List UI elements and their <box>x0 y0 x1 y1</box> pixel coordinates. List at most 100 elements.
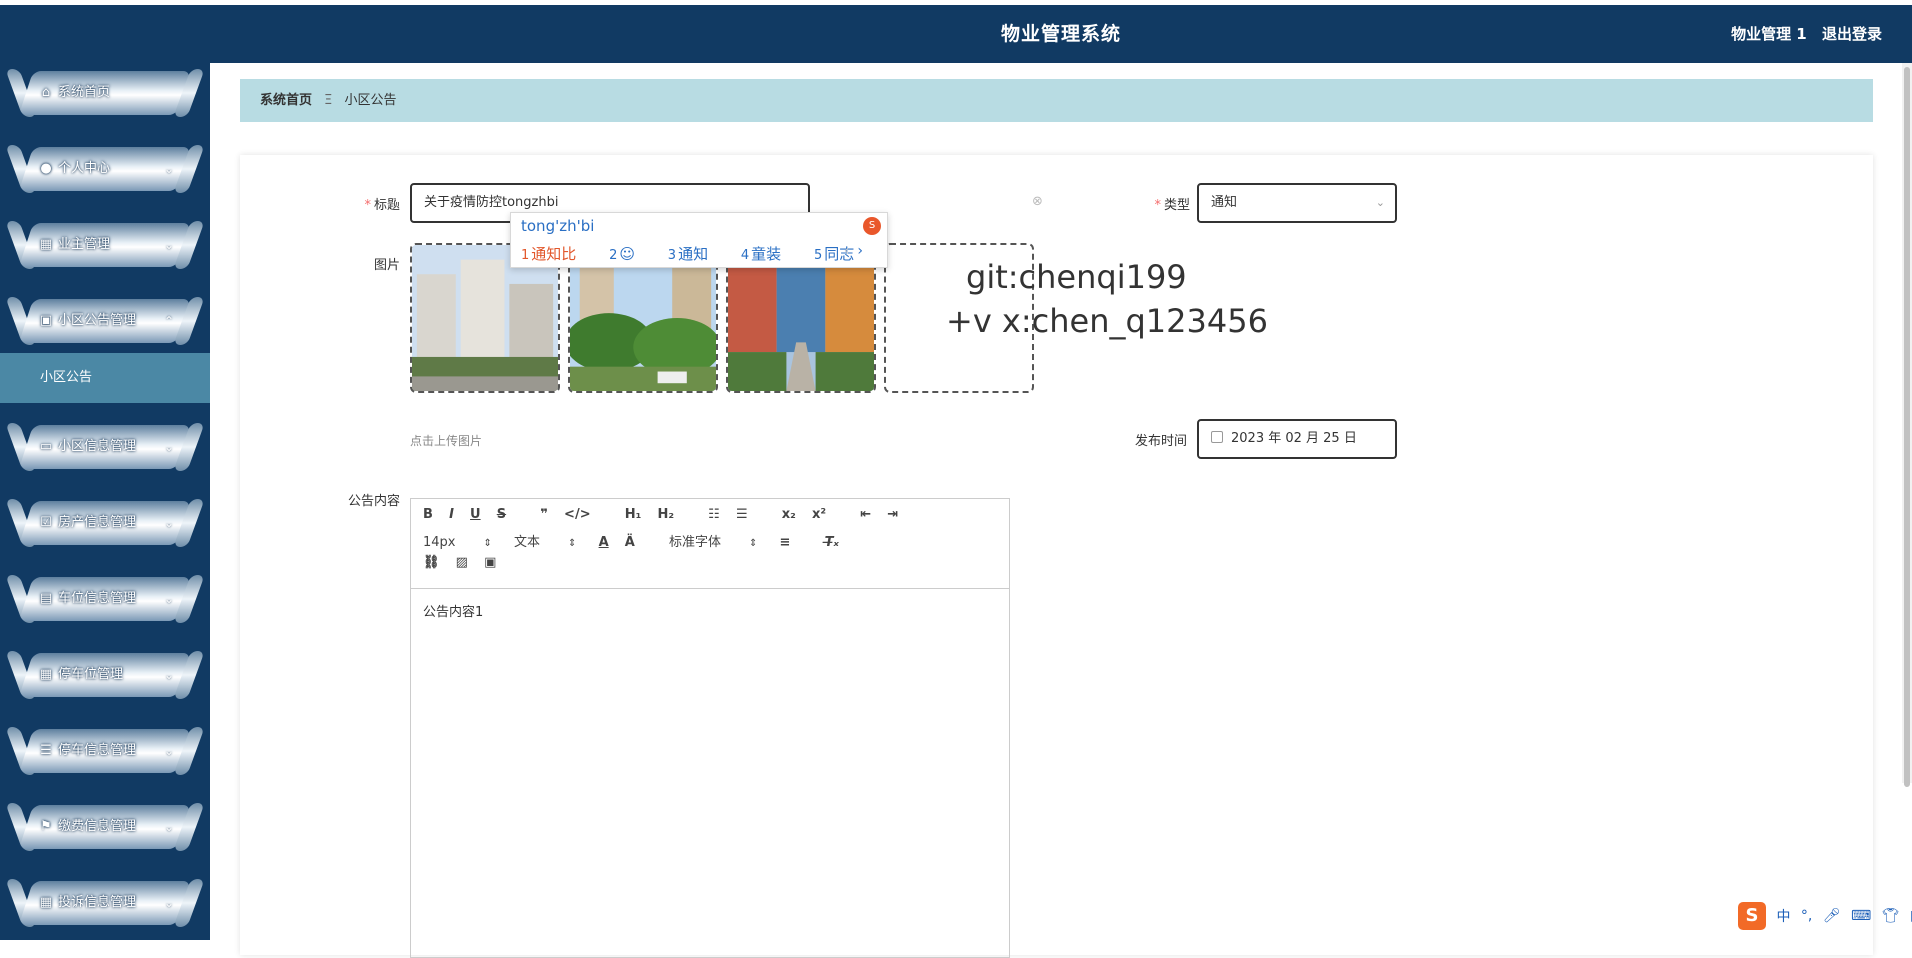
sidebar-item-label: 车位信息管理 <box>58 591 137 606</box>
underline-button[interactable]: U <box>470 507 481 522</box>
heading-1-button[interactable]: H₁ <box>625 507 642 522</box>
sidebar-item-home[interactable]: ⌂ 系统首页 <box>5 65 205 121</box>
user-area: 物业管理 1 退出登录 <box>1721 5 1882 63</box>
video-icon[interactable]: ▣ <box>484 555 496 570</box>
sidebar-item-notice-management[interactable]: ▣ 小区公告管理 ⌃ <box>5 293 205 349</box>
header-select[interactable]: 文本 ⇕ <box>514 531 576 550</box>
page-scrollbar[interactable] <box>1902 63 1912 787</box>
publish-date-input[interactable]: 2023 年 02 月 25 日 <box>1197 419 1397 459</box>
briefcase-icon: ▣ <box>39 313 53 328</box>
app-title: 物业管理系统 <box>1000 23 1121 45</box>
chevron-down-icon: ⌄ <box>164 896 175 910</box>
ordered-list-button[interactable]: ☷ <box>708 507 720 522</box>
strike-button[interactable]: S <box>497 507 506 522</box>
type-select-value: 通知 <box>1211 195 1238 210</box>
sidebar-item-property-info[interactable]: ☑ 房产信息管理 ⌄ <box>5 495 205 551</box>
font-color-button[interactable]: A <box>599 535 609 550</box>
sidebar-item-label: 停车位管理 <box>58 667 124 682</box>
watermark-line-2: +v x:chen_q123456 <box>946 302 1268 340</box>
microphone-icon[interactable]: 🎤︎ <box>1823 908 1841 924</box>
sogou-logo-icon[interactable]: S <box>1738 902 1766 930</box>
image-label: 图片 <box>373 258 400 273</box>
background-color-button[interactable]: Ä <box>625 535 635 550</box>
ime-tray: S 中 °, 🎤︎ ⌨ 👕︎ ▦ <box>1738 902 1912 932</box>
select-arrows-icon: ⇕ <box>568 538 577 549</box>
publish-date-value: 2023 年 02 月 25 日 <box>1231 431 1357 446</box>
list-icon: ☰ <box>40 743 52 758</box>
ime-language-toggle[interactable]: 中 <box>1776 906 1790 926</box>
top-header: 物业管理系统 物业管理 1 退出登录 <box>210 5 1912 63</box>
logout-link[interactable]: 退出登录 <box>1822 25 1882 43</box>
indent-button[interactable]: ⇥ <box>887 507 898 522</box>
sidebar-item-label: 小区信息管理 <box>58 439 137 454</box>
clipboard-icon: ▤ <box>39 591 53 606</box>
ime-candidate[interactable]: 1 通知比 <box>521 245 590 263</box>
sidebar-item-label: 系统首页 <box>58 85 111 100</box>
link-icon[interactable]: ⛓ <box>423 555 440 570</box>
chevron-down-icon: ⌄ <box>1375 196 1385 209</box>
chevron-down-icon: ⌄ <box>164 516 175 530</box>
clear-format-button[interactable]: T̶ₓ <box>825 535 839 550</box>
flag-icon: ⚑ <box>40 819 52 834</box>
grid-icon: ▦ <box>39 895 53 910</box>
sidebar-item-label: 个人中心 <box>58 161 111 176</box>
sidebar-item-payment-info[interactable]: ⚑ 缴费信息管理 ⌄ <box>5 799 205 855</box>
content-label: 公告内容 <box>347 494 400 509</box>
ime-candidate[interactable]: 2 ☺ <box>609 245 649 263</box>
sidebar-item-label: 业主管理 <box>58 237 111 252</box>
superscript-button[interactable]: x² <box>812 507 826 522</box>
scrollbar-thumb[interactable] <box>1904 67 1910 787</box>
ime-candidate[interactable]: 4 童装 <box>741 245 795 263</box>
bullet-list-button[interactable]: ☰ <box>736 507 748 522</box>
ime-candidate[interactable]: 3 通知 <box>668 245 722 263</box>
chevron-left-icon[interactable]: ‹ <box>844 243 850 259</box>
image-icon[interactable]: ▨ <box>456 555 468 570</box>
italic-button[interactable]: I <box>449 507 454 522</box>
type-select[interactable]: 通知 ⌄ <box>1197 183 1397 223</box>
outdent-button[interactable]: ⇤ <box>860 507 871 522</box>
sidebar-item-label: 停车信息管理 <box>58 743 137 758</box>
sidebar-item-owner-management[interactable]: ▦ 业主管理 ⌄ <box>5 217 205 273</box>
select-arrows-icon: ⇕ <box>749 538 758 549</box>
breadcrumb-home[interactable]: 系统首页 <box>260 93 312 108</box>
font-size-select[interactable]: 14px ⇕ <box>423 535 492 550</box>
skin-icon[interactable]: 👕︎ <box>1882 908 1900 924</box>
bold-button[interactable]: B <box>423 507 433 522</box>
sidebar-item-community-info[interactable]: ▭ 小区信息管理 ⌄ <box>5 419 205 475</box>
font-family-select[interactable]: 标准字体 ⇕ <box>669 531 757 550</box>
chevron-right-icon[interactable]: › <box>857 243 863 259</box>
grid-icon: ▦ <box>39 667 53 682</box>
grid-icon: ▦ <box>39 237 53 252</box>
ime-page-nav[interactable]: ‹ › <box>844 243 863 259</box>
sidebar-item-parking-info[interactable]: ☰ 停车信息管理 ⌄ <box>5 723 205 779</box>
keyboard-icon[interactable]: ⌨ <box>1851 908 1871 924</box>
sidebar-item-complaint-info[interactable]: ▦ 投诉信息管理 ⌄ <box>5 875 205 931</box>
align-button[interactable]: ≡ <box>780 535 791 550</box>
type-label: * 类型 <box>1154 198 1190 213</box>
heading-2-button[interactable]: H₂ <box>657 507 674 522</box>
select-arrows-icon: ⇕ <box>483 538 492 549</box>
subscript-button[interactable]: x₂ <box>782 507 796 522</box>
title-label: * 标题 <box>364 198 400 213</box>
sidebar: ⌂ 系统首页 ● 个人中心 ⌄ ▦ 业主管理 ⌄ ▣ 小区公告管理 ⌃ 小区公告 ▭ 小区… <box>0 5 210 940</box>
chevron-down-icon: ⌄ <box>164 238 175 252</box>
editor-toolbar: B I U S ❞ </> H₁ H₂ ☷ ☰ x₂ x² ⇤ ⇥ 14px ⇕ … <box>411 499 1009 589</box>
username: 物业管理 1 <box>1731 25 1807 43</box>
publish-time-label: 发布时间 <box>1134 434 1187 449</box>
chevron-down-icon: ⌄ <box>164 744 175 758</box>
blockquote-button[interactable]: ❞ <box>540 507 548 522</box>
sidebar-item-parking-space-info[interactable]: ▤ 车位信息管理 ⌄ <box>5 571 205 627</box>
sidebar-item-personal-center[interactable]: ● 个人中心 ⌄ <box>5 141 205 197</box>
punctuation-icon[interactable]: °, <box>1801 908 1812 924</box>
code-block-button[interactable]: </> <box>564 507 591 522</box>
sidebar-item-parking-lot[interactable]: ▦ 停车位管理 ⌄ <box>5 647 205 703</box>
clear-icon[interactable]: ⊗ <box>1032 194 1043 209</box>
home-icon: ⌂ <box>41 85 51 100</box>
chevron-down-icon: ⌄ <box>164 592 175 606</box>
sidebar-subitem-notice[interactable]: 小区公告 <box>0 353 210 403</box>
rich-text-editor: B I U S ❞ </> H₁ H₂ ☷ ☰ x₂ x² ⇤ ⇥ 14px ⇕ … <box>410 498 1010 958</box>
calendar-icon <box>1211 431 1223 443</box>
ime-candidate-popup: tong'zh'bi S 1 通知比 2 ☺ 3 通知 4 童装 5 同志 ‹ › <box>510 212 888 268</box>
editor-content[interactable]: 公告内容1 <box>411 589 1009 632</box>
chevron-down-icon: ⌄ <box>164 820 175 834</box>
